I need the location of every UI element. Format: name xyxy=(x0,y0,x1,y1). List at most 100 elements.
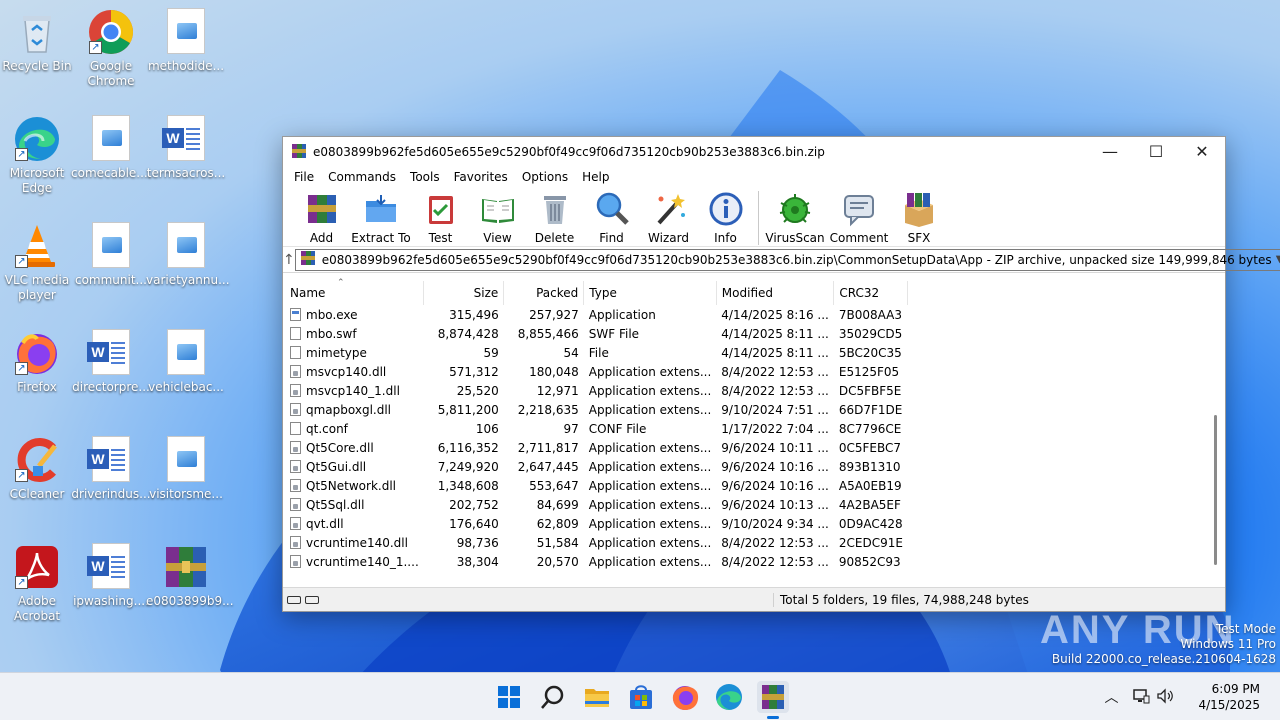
edge-taskbar-button[interactable] xyxy=(713,681,745,713)
table-row[interactable]: mimetype 59 54 File 4/14/2025 8:11 ... 5BC20C… xyxy=(285,343,908,362)
desktop-icon-comecable[interactable]: comecable.... xyxy=(71,115,152,181)
table-row[interactable]: vcruntime140.dll 98,736 51,584 Application … xyxy=(285,533,908,552)
scrollbar-thumb[interactable] xyxy=(1214,415,1217,565)
column-header-name[interactable]: Name ⌃ xyxy=(285,278,425,305)
table-row[interactable]: qmapboxgl.dll 5,811,200 2,218,635 Applicati… xyxy=(285,400,908,419)
winrar-window[interactable]: e0803899b962fe5d605e655e9c5290bf0f49cc9f… xyxy=(282,136,1280,612)
column-header-crc32[interactable]: CRC32 xyxy=(833,281,909,305)
desktop-icon-ipwashing[interactable]: W ipwashing.... xyxy=(71,543,151,609)
info-button[interactable]: Info xyxy=(697,191,754,245)
desktop-icon-adobe-acrobat[interactable]: ↗ Adobe Acrobat xyxy=(0,543,77,624)
table-row[interactable]: msvcp140.dll 571,312 180,048 Application ex… xyxy=(285,362,908,381)
desktop-icon-vlc[interactable]: ↗ VLC media player xyxy=(0,222,77,303)
cell-packed: 84,699 xyxy=(536,497,579,512)
winrar-taskbar-button[interactable] xyxy=(757,681,789,719)
virusscan-button[interactable]: VirusScan xyxy=(763,191,827,245)
table-row[interactable]: vcruntime140_1.... 38,304 20,570 Applicatio… xyxy=(285,552,908,571)
desktop-icon-communit[interactable]: communit... xyxy=(71,222,151,288)
table-row[interactable]: mbo.swf 8,874,428 8,855,466 SWF File 4/14/20… xyxy=(285,324,908,343)
menu-options[interactable]: Options xyxy=(515,170,575,184)
wizard-button[interactable]: Wizard xyxy=(640,191,697,245)
menu-commands[interactable]: Commands xyxy=(321,170,403,184)
vertical-scrollbar[interactable] xyxy=(1209,281,1223,585)
desktop-icon-firefox[interactable]: ↗ Firefox xyxy=(0,329,77,395)
cell-packed: 2,218,635 xyxy=(517,402,579,417)
column-header-size[interactable]: Size xyxy=(423,281,505,305)
column-header-type[interactable]: Type xyxy=(583,281,717,305)
dll-file-icon xyxy=(290,440,301,454)
desktop-icon-google-chrome[interactable]: ↗ Google Chrome xyxy=(71,8,151,89)
cell-crc32: 35029CD5 xyxy=(838,326,903,341)
cell-name: qmapboxgl.dll xyxy=(285,400,424,419)
table-row[interactable]: qvt.dll 176,640 62,809 Application extens..… xyxy=(285,514,908,533)
cell-type: Application extens... xyxy=(588,383,712,398)
drive-icon[interactable] xyxy=(287,595,301,604)
chevron-up-icon[interactable]: ︿ xyxy=(1104,687,1118,707)
image-file-icon xyxy=(162,8,210,56)
desktop-icon-zip-archive[interactable]: e0803899b9... xyxy=(146,543,234,609)
table-row[interactable]: msvcp140_1.dll 25,520 12,971 Application ex… xyxy=(285,381,908,400)
column-header-modified[interactable]: Modified xyxy=(716,281,835,305)
file-file-icon xyxy=(290,345,301,359)
minimize-button[interactable]: — xyxy=(1087,137,1133,167)
table-row[interactable]: Qt5Core.dll 6,116,352 2,711,817 Application… xyxy=(285,438,908,457)
desktop-icon-microsoft-edge[interactable]: ↗ Microsoft Edge xyxy=(0,115,77,196)
cell-crc32: 0D9AC428 xyxy=(838,516,903,531)
speaker-icon[interactable] xyxy=(1156,687,1174,707)
network-icon[interactable] xyxy=(1132,688,1150,707)
title-bar[interactable]: e0803899b962fe5d605e655e9c5290bf0f49cc9f… xyxy=(283,137,1225,167)
chevron-down-icon[interactable]: ▼ xyxy=(1272,254,1280,265)
folder-icon xyxy=(585,689,609,707)
shortcut-arrow-icon: ↗ xyxy=(15,469,28,482)
sfx-button[interactable]: SFX xyxy=(891,191,947,245)
desktop-icon-visitorsme[interactable]: visitorsme... xyxy=(146,436,226,502)
cell-modified: 4/14/2025 8:11 ... xyxy=(721,345,829,360)
menu-tools[interactable]: Tools xyxy=(403,170,447,184)
table-row[interactable]: mbo.exe 315,496 257,927 Application 4/14/202… xyxy=(285,305,908,324)
maximize-button[interactable]: ☐ xyxy=(1133,137,1179,167)
cell-crc32: 66D7F1DE xyxy=(838,402,903,417)
desktop-icon-directorpre[interactable]: W directorpre... xyxy=(71,329,151,395)
delete-button[interactable]: Delete xyxy=(526,191,583,245)
dll-file-icon xyxy=(290,402,301,416)
up-one-level-button[interactable]: ↑ xyxy=(283,252,295,268)
cell-name: qt.conf xyxy=(285,419,424,438)
comment-button[interactable]: Comment xyxy=(827,191,891,245)
table-row[interactable]: Qt5Network.dll 1,348,608 553,647 Applicatio… xyxy=(285,476,908,495)
view-button[interactable]: View xyxy=(469,191,526,245)
cell-crc32: 8C7796CE xyxy=(838,421,902,436)
cell-modified: 8/4/2022 12:53 ... xyxy=(721,535,829,550)
desktop-icon-recycle-bin[interactable]: Recycle Bin xyxy=(0,8,77,74)
search-button[interactable] xyxy=(537,681,569,713)
desktop-icon-varietyannu[interactable]: varietyannu... xyxy=(146,222,230,288)
find-button[interactable]: Find xyxy=(583,191,640,245)
desktop-icon-termsacros[interactable]: W termsacros... xyxy=(146,115,226,181)
close-button[interactable]: ✕ xyxy=(1179,137,1225,167)
firefox-taskbar-button[interactable] xyxy=(669,681,701,713)
table-row[interactable]: Qt5Gui.dll 7,249,920 2,647,445 Application … xyxy=(285,457,908,476)
address-bar[interactable]: e0803899b962fe5d605e655e9c5290bf0f49cc9f… xyxy=(294,248,1280,271)
microsoft-store-button[interactable] xyxy=(625,681,657,713)
clock[interactable]: 6:09 PM 4/15/2025 xyxy=(1198,681,1280,713)
table-row[interactable]: qt.conf 106 97 CONF File 1/17/2022 7:04 ... 8… xyxy=(285,419,908,438)
extract-to-button[interactable]: Extract To xyxy=(350,191,412,245)
menu-file[interactable]: File xyxy=(287,170,321,184)
cell-size: 38,304 xyxy=(456,554,499,569)
window-title: e0803899b962fe5d605e655e9c5290bf0f49cc9f… xyxy=(313,145,825,159)
menu-favorites[interactable]: Favorites xyxy=(447,170,515,184)
desktop-icon-methodide[interactable]: methodide... xyxy=(146,8,226,74)
desktop-icon-vehiclebac[interactable]: vehiclebac... xyxy=(146,329,226,395)
winrar-icon xyxy=(762,685,784,709)
add-button[interactable]: Add xyxy=(293,191,350,245)
key-icon[interactable] xyxy=(305,595,319,604)
cell-type: Application extens... xyxy=(588,497,712,512)
column-header-packed[interactable]: Packed xyxy=(503,281,585,305)
desktop-icon-ccleaner[interactable]: ↗ CCleaner xyxy=(0,436,77,502)
table-row[interactable]: Qt5Sql.dll 202,752 84,699 Application exten… xyxy=(285,495,908,514)
desktop-icon-driverindus[interactable]: W driverindus... xyxy=(71,436,151,502)
file-explorer-button[interactable] xyxy=(581,681,613,713)
test-button[interactable]: Test xyxy=(412,191,469,245)
sort-indicator-icon: ⌃ xyxy=(337,278,345,288)
menu-help[interactable]: Help xyxy=(575,170,616,184)
start-button[interactable] xyxy=(493,681,525,713)
